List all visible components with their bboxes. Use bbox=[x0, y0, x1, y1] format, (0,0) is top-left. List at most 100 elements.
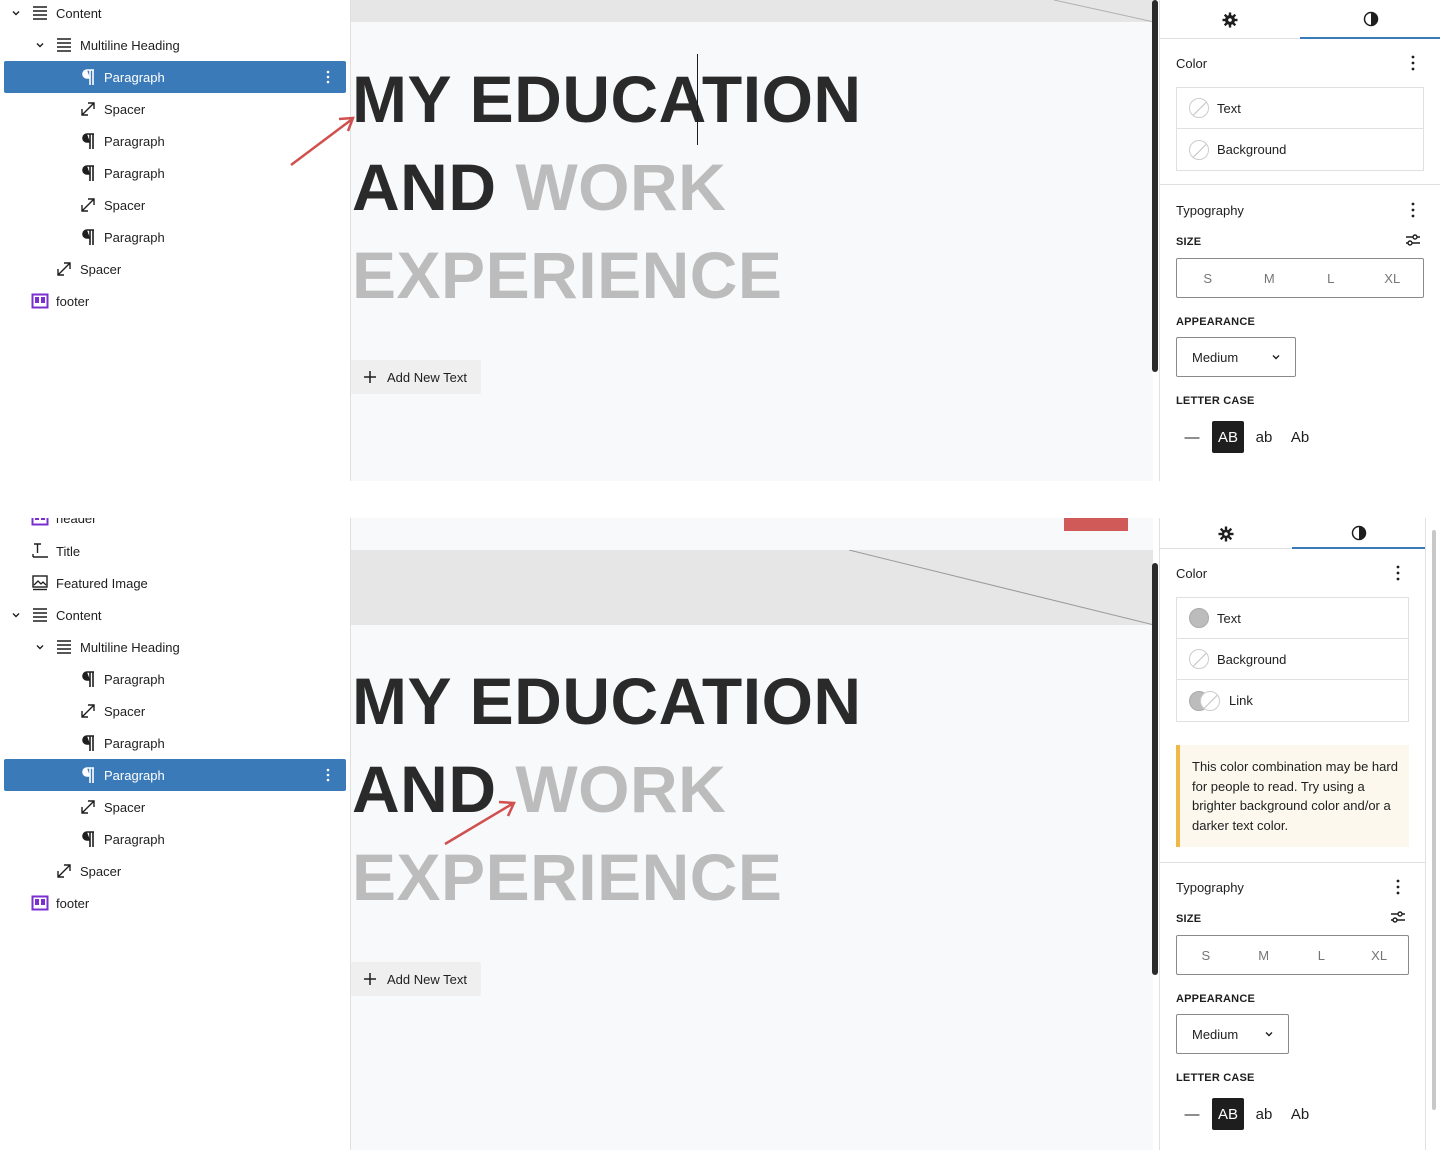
list-item-multiline-heading[interactable]: Multiline Heading bbox=[4, 631, 346, 663]
list-item-spacer[interactable]: Spacer bbox=[4, 253, 346, 285]
letter-case-lowercase[interactable]: ab bbox=[1248, 421, 1280, 453]
list-item-label: Content bbox=[56, 607, 102, 623]
chevron-down-icon[interactable] bbox=[10, 7, 22, 19]
list-item-multiline-heading[interactable]: Multiline Heading bbox=[4, 29, 346, 61]
list-item-paragraph-selected[interactable]: Paragraph bbox=[4, 759, 346, 791]
chevron-down-icon[interactable] bbox=[10, 609, 22, 621]
add-new-text-button[interactable]: Add New Text bbox=[351, 360, 481, 394]
list-item-spacer[interactable]: Spacer bbox=[4, 189, 346, 221]
list-item-label: Spacer bbox=[104, 799, 146, 815]
more-options-icon[interactable] bbox=[326, 767, 336, 783]
block-inspector: Color Text Background Link This color co… bbox=[1159, 518, 1426, 1150]
list-item-title[interactable]: Title bbox=[4, 535, 346, 567]
color-background-row[interactable]: Background bbox=[1177, 639, 1408, 680]
font-size-l[interactable]: L bbox=[1293, 948, 1351, 963]
appearance-value: Medium bbox=[1192, 349, 1239, 365]
list-item-label: Paragraph bbox=[104, 229, 165, 245]
font-size-l[interactable]: L bbox=[1300, 271, 1362, 286]
add-new-text-label: Add New Text bbox=[387, 369, 467, 385]
typography-options-icon[interactable] bbox=[1411, 202, 1415, 218]
color-row-label: Background bbox=[1217, 651, 1287, 667]
color-options-icon[interactable] bbox=[1396, 565, 1400, 581]
add-new-text-label: Add New Text bbox=[387, 971, 467, 987]
list-item-content[interactable]: Content bbox=[4, 599, 346, 631]
canvas-scrollbar[interactable] bbox=[1152, 563, 1158, 975]
color-text-row[interactable]: Text bbox=[1177, 88, 1423, 129]
tab-styles[interactable] bbox=[1300, 0, 1440, 39]
list-item-paragraph[interactable]: Paragraph bbox=[4, 663, 346, 695]
list-item-footer[interactable]: footer bbox=[4, 285, 346, 317]
font-size-m[interactable]: M bbox=[1239, 271, 1301, 286]
chevron-down-icon bbox=[1272, 355, 1280, 360]
divider bbox=[1160, 184, 1440, 185]
list-item-featured-image[interactable]: Featured Image bbox=[4, 567, 346, 599]
font-size-picker[interactable]: S M L XL bbox=[1176, 935, 1409, 975]
canvas-scrollbar[interactable] bbox=[1152, 0, 1158, 372]
tab-settings[interactable] bbox=[1160, 0, 1300, 39]
annotation-arrow bbox=[290, 116, 355, 166]
letter-case-capitalize[interactable]: Ab bbox=[1284, 421, 1316, 453]
list-item-header[interactable]: header bbox=[4, 518, 346, 534]
sidebar-scrollbar[interactable] bbox=[1430, 530, 1438, 1130]
letter-case-label: LETTER CASE bbox=[1176, 1072, 1255, 1084]
appearance-label: APPEARANCE bbox=[1176, 993, 1256, 1005]
list-item-paragraph[interactable]: Paragraph bbox=[4, 727, 346, 759]
font-size-xl[interactable]: XL bbox=[1350, 948, 1408, 963]
appearance-select[interactable]: Medium bbox=[1176, 337, 1296, 377]
color-link-row[interactable]: Link bbox=[1177, 680, 1408, 721]
multiline-heading[interactable]: MY EDUCATION AND WORK EXPERIENCE bbox=[352, 55, 862, 319]
color-row-label: Link bbox=[1229, 693, 1253, 708]
list-item-spacer[interactable]: Spacer bbox=[4, 791, 346, 823]
tab-settings[interactable] bbox=[1160, 518, 1292, 549]
tab-styles[interactable] bbox=[1292, 518, 1425, 549]
font-size-m[interactable]: M bbox=[1235, 948, 1293, 963]
letter-case-none[interactable]: — bbox=[1176, 421, 1208, 453]
heading-line-1[interactable]: MY EDUCATION bbox=[352, 657, 862, 745]
heading-line-2-gray[interactable]: WORK bbox=[515, 752, 726, 826]
font-size-xl[interactable]: XL bbox=[1362, 271, 1424, 286]
color-section-title: Color bbox=[1176, 56, 1208, 71]
more-options-icon[interactable] bbox=[326, 69, 336, 85]
letter-case-uppercase[interactable]: AB bbox=[1212, 421, 1244, 453]
chevron-down-icon[interactable] bbox=[34, 641, 46, 653]
list-item-label: Paragraph bbox=[104, 735, 165, 751]
font-size-s[interactable]: S bbox=[1177, 271, 1239, 286]
letter-case-lowercase[interactable]: ab bbox=[1248, 1098, 1280, 1130]
heading-line-1[interactable]: MY EDUCATION bbox=[352, 55, 862, 143]
block-inspector: Color Text Background Typography SIZE S … bbox=[1159, 0, 1440, 481]
list-item-footer[interactable]: footer bbox=[4, 887, 346, 919]
heading-line-3[interactable]: EXPERIENCE bbox=[352, 231, 862, 319]
list-item-paragraph-selected[interactable]: Paragraph bbox=[4, 61, 346, 93]
list-item-spacer[interactable]: Spacer bbox=[4, 855, 346, 887]
custom-size-settings-icon[interactable] bbox=[1390, 909, 1406, 925]
list-item-paragraph[interactable]: Paragraph bbox=[4, 823, 346, 855]
multiline-heading[interactable]: MY EDUCATION AND WORK EXPERIENCE bbox=[352, 657, 862, 921]
list-item-label: Spacer bbox=[80, 863, 122, 879]
font-size-s[interactable]: S bbox=[1177, 948, 1235, 963]
letter-case-toggle-group: — AB ab Ab bbox=[1176, 1098, 1320, 1130]
list-item-label: Paragraph bbox=[104, 767, 165, 783]
add-new-text-button[interactable]: Add New Text bbox=[351, 962, 481, 996]
heading-line-2-dark[interactable]: AND bbox=[352, 150, 515, 224]
chevron-down-icon[interactable] bbox=[34, 39, 46, 51]
list-item-paragraph[interactable]: Paragraph bbox=[4, 221, 346, 253]
color-swatch-empty bbox=[1189, 98, 1209, 118]
font-size-picker[interactable]: S M L XL bbox=[1176, 258, 1424, 298]
custom-size-settings-icon[interactable] bbox=[1405, 232, 1421, 248]
color-options-icon[interactable] bbox=[1411, 55, 1415, 71]
letter-case-capitalize[interactable]: Ab bbox=[1284, 1098, 1316, 1130]
heading-line-3[interactable]: EXPERIENCE bbox=[352, 833, 862, 921]
heading-line-2-gray[interactable]: WORK bbox=[515, 150, 726, 224]
letter-case-none[interactable]: — bbox=[1176, 1098, 1208, 1130]
appearance-select[interactable]: Medium bbox=[1176, 1014, 1289, 1054]
list-item-content[interactable]: Content bbox=[4, 0, 346, 29]
color-background-row[interactable]: Background bbox=[1177, 129, 1423, 170]
group-list-icon bbox=[54, 637, 74, 657]
typography-options-icon[interactable] bbox=[1396, 879, 1400, 895]
list-item-spacer[interactable]: Spacer bbox=[4, 695, 346, 727]
color-row-label: Text bbox=[1217, 610, 1241, 626]
letter-case-uppercase[interactable]: AB bbox=[1212, 1098, 1244, 1130]
list-item-label: Spacer bbox=[104, 101, 146, 117]
list-view: Content Multiline Heading Paragraph Spac… bbox=[0, 0, 350, 481]
color-text-row[interactable]: Text bbox=[1177, 598, 1408, 639]
